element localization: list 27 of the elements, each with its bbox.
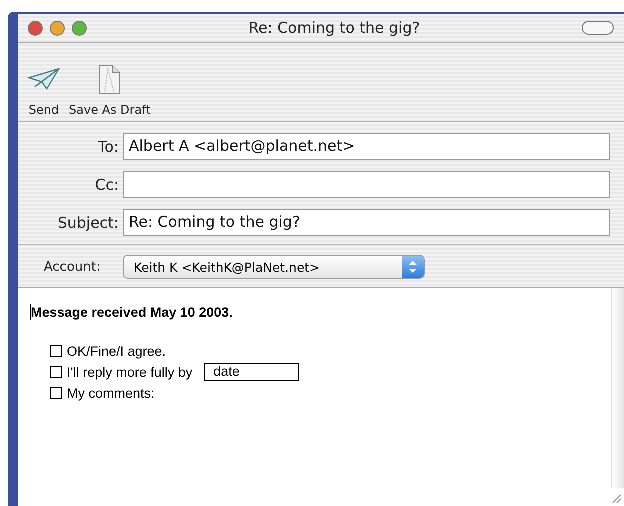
option-label: I'll reply more fully by xyxy=(67,364,193,380)
checkbox[interactable] xyxy=(50,387,62,399)
save-draft-button[interactable]: Save As Draft xyxy=(66,61,154,117)
input-field[interactable] xyxy=(123,171,610,198)
field-label: Account: xyxy=(44,260,102,274)
account-dropdown[interactable]: Keith K <KeithK@PlaNet.net> xyxy=(123,255,425,279)
date-field[interactable]: date xyxy=(204,363,299,381)
resize-grip-icon[interactable] xyxy=(612,494,622,504)
send-button[interactable]: Send xyxy=(24,61,64,117)
option-label: My comments: xyxy=(67,386,155,400)
field-label: To: xyxy=(97,138,120,156)
message-heading: Message received May 10 2003. xyxy=(31,304,233,320)
checkbox[interactable] xyxy=(50,345,62,357)
close-button[interactable] xyxy=(28,20,43,36)
minimize-button[interactable] xyxy=(50,20,65,36)
option-label: OK/Fine/I agree. xyxy=(67,344,166,358)
document-icon xyxy=(98,65,121,95)
field-label: Subject: xyxy=(56,214,120,232)
zoom-button[interactable] xyxy=(72,20,87,36)
toolbar-toggle-button[interactable] xyxy=(582,21,614,35)
input-field[interactable]: Re: Coming to the gig? xyxy=(123,209,610,236)
text-cursor xyxy=(30,304,31,320)
window-title: Re: Coming to the gig? xyxy=(248,19,422,37)
checkbox[interactable] xyxy=(50,366,62,378)
stepper-icon xyxy=(402,256,424,278)
input-field[interactable]: Albert A <albert@planet.net> xyxy=(123,133,610,160)
field-label: Cc: xyxy=(94,176,120,194)
